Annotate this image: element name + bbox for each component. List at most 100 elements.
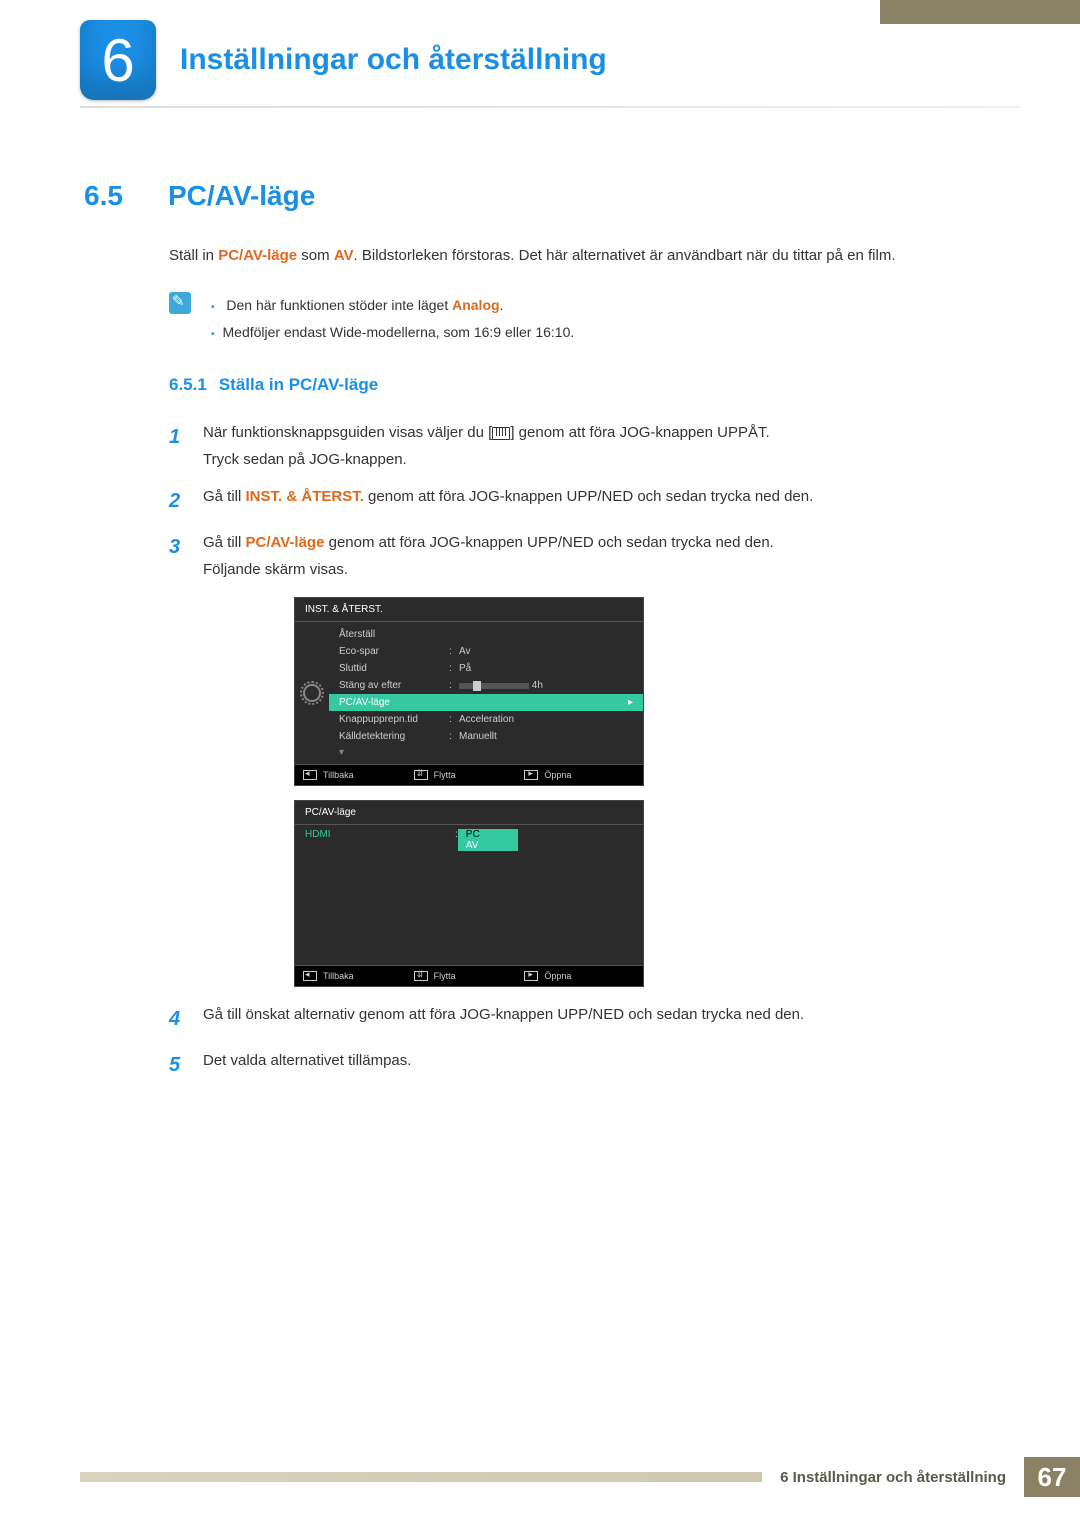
osd-rows: Återställ Eco-spar:Av Sluttid:På Stäng a…: [329, 622, 643, 764]
note-item: Den här funktionen stöder inte läget Ana…: [211, 292, 574, 319]
page-footer: 6 Inställningar och återställning 67: [80, 1457, 1080, 1497]
step-2: 2 Gå till INST. & ÅTERST. genom att föra…: [169, 483, 1020, 519]
osd-screenshot-2: PC/AV-läge HDMI : PC AV Tillbaka Flytta …: [294, 800, 1020, 987]
intro-paragraph: Ställ in PC/AV-läge som AV. Bildstorleke…: [169, 244, 1020, 268]
osd-footer-label: Flytta: [434, 770, 456, 780]
intro-text: . Bildstorleken förstoras. Det här alter…: [354, 247, 896, 264]
chevron-down-icon: ▾: [329, 745, 643, 760]
osd-footer-label: Tillbaka: [323, 770, 354, 780]
step-body: Gå till PC/AV-läge genom att föra JOG-kn…: [203, 529, 1020, 583]
osd-label: Knappupprepn.tid: [339, 714, 449, 725]
step-5: 5 Det valda alternativet tillämpas.: [169, 1047, 1020, 1083]
step-text: Gå till: [203, 488, 246, 505]
step-body: När funktionsknappsguiden visas väljer d…: [203, 419, 1020, 473]
osd-footer-label: Tillbaka: [323, 971, 354, 981]
chapter-underline: [80, 106, 1020, 108]
menu-icon: [492, 427, 510, 440]
osd-label: Stäng av efter: [339, 680, 449, 691]
osd-footer-open: Öppna: [524, 971, 635, 981]
step-body: Gå till önskat alternativ genom att föra…: [203, 1001, 1020, 1037]
intro-bold2: AV: [334, 247, 354, 264]
step-bold: PC/AV-läge: [246, 534, 325, 551]
osd-icon-column: [295, 622, 329, 764]
note-item: Medföljer endast Wide-modellerna, som 16…: [211, 319, 574, 346]
note-block: Den här funktionen stöder inte läget Ana…: [169, 292, 1020, 345]
osd-label: Eco-spar: [339, 646, 449, 657]
osd-value: På: [459, 663, 633, 674]
osd-row-selected: PC/AV-läge: [329, 694, 643, 711]
osd-label: PC/AV-läge: [339, 697, 449, 708]
subsection-title: Ställa in PC/AV-läge: [219, 375, 378, 395]
osd-row: Källdetektering:Manuellt: [329, 728, 643, 745]
osd-footer: Tillbaka Flytta Öppna: [295, 965, 643, 986]
step-text: När funktionsknappsguiden visas väljer d…: [203, 424, 492, 441]
osd-footer-move: Flytta: [414, 971, 525, 981]
step-text: genom att föra JOG-knappen UPP/NED och s…: [324, 534, 773, 551]
step-3: 3 Gå till PC/AV-läge genom att föra JOG-…: [169, 529, 1020, 583]
osd-label: Återställ: [339, 629, 449, 640]
osd-option-pc: PC: [458, 829, 518, 840]
osd-footer-label: Flytta: [434, 971, 456, 981]
open-icon: [524, 971, 538, 981]
osd-panel: PC/AV-läge HDMI : PC AV Tillbaka Flytta …: [294, 800, 644, 987]
osd-value: Manuellt: [459, 731, 633, 742]
osd-row: HDMI : PC AV: [295, 825, 643, 855]
osd-screenshot-1: INST. & ÅTERST. Återställ Eco-spar:Av Sl…: [294, 597, 1020, 786]
note-text: Den här funktionen stöder inte läget: [226, 297, 452, 313]
osd-value: Acceleration: [459, 714, 633, 725]
section-heading: 6.5 PC/AV-läge: [84, 180, 1020, 212]
intro-text: som: [297, 247, 334, 264]
osd-footer-back: Tillbaka: [303, 770, 414, 780]
footer-text: 6 Inställningar och återställning: [780, 1469, 1006, 1486]
intro-bold1: PC/AV-läge: [218, 247, 297, 264]
osd-footer-move: Flytta: [414, 770, 525, 780]
osd-row: Knappupprepn.tid:Acceleration: [329, 711, 643, 728]
osd-row: Sluttid:På: [329, 660, 643, 677]
osd-row: Stäng av efter: 4h: [329, 677, 643, 694]
section-number: 6.5: [84, 180, 144, 212]
step-text: Följande skärm visas.: [203, 561, 348, 578]
osd-option-av: AV: [458, 840, 518, 851]
note-icon: [169, 292, 191, 314]
osd-panel: INST. & ÅTERST. Återställ Eco-spar:Av Sl…: [294, 597, 644, 786]
steps-list: 1 När funktionsknappsguiden visas väljer…: [169, 419, 1020, 583]
intro-text: Ställ in: [169, 247, 218, 264]
step-number: 1: [169, 419, 185, 473]
page-content: 6.5 PC/AV-läge Ställ in PC/AV-läge som A…: [84, 180, 1020, 1093]
step-number: 4: [169, 1001, 185, 1037]
osd-footer-label: Öppna: [544, 770, 571, 780]
page-number: 67: [1024, 1457, 1080, 1497]
osd-title: INST. & ÅTERST.: [295, 598, 643, 622]
osd-label: Källdetektering: [339, 731, 449, 742]
osd-row: Eco-spar:Av: [329, 643, 643, 660]
section-title: PC/AV-läge: [168, 180, 315, 212]
move-icon: [414, 971, 428, 981]
step-text: Gå till: [203, 534, 246, 551]
step-text: ] genom att föra JOG-knappen UPPÅT.: [510, 424, 769, 441]
subsection-number: 6.5.1: [169, 375, 207, 395]
steps-list-continued: 4 Gå till önskat alternativ genom att fö…: [169, 1001, 1020, 1083]
step-1: 1 När funktionsknappsguiden visas väljer…: [169, 419, 1020, 473]
osd-footer-label: Öppna: [544, 971, 571, 981]
back-icon: [303, 770, 317, 780]
note-bold: Analog: [452, 297, 499, 313]
move-icon: [414, 770, 428, 780]
step-number: 3: [169, 529, 185, 583]
note-text: .: [500, 297, 504, 313]
osd-label: Sluttid: [339, 663, 449, 674]
osd-value: Av: [459, 646, 633, 657]
chapter-number: 6: [101, 26, 134, 95]
osd-label: HDMI: [305, 829, 455, 851]
back-icon: [303, 971, 317, 981]
step-text: genom att föra JOG-knappen UPP/NED och s…: [364, 488, 813, 505]
step-number: 2: [169, 483, 185, 519]
step-text: Tryck sedan på JOG-knappen.: [203, 451, 407, 468]
open-icon: [524, 770, 538, 780]
osd-title: PC/AV-läge: [295, 801, 643, 825]
gear-icon: [303, 684, 321, 702]
osd-value: 4h: [532, 680, 543, 691]
subsection-heading: 6.5.1 Ställa in PC/AV-läge: [169, 375, 1020, 395]
chevron-right-icon: [628, 697, 633, 708]
osd-body: HDMI : PC AV: [295, 825, 643, 965]
step-body: Det valda alternativet tillämpas.: [203, 1047, 1020, 1083]
